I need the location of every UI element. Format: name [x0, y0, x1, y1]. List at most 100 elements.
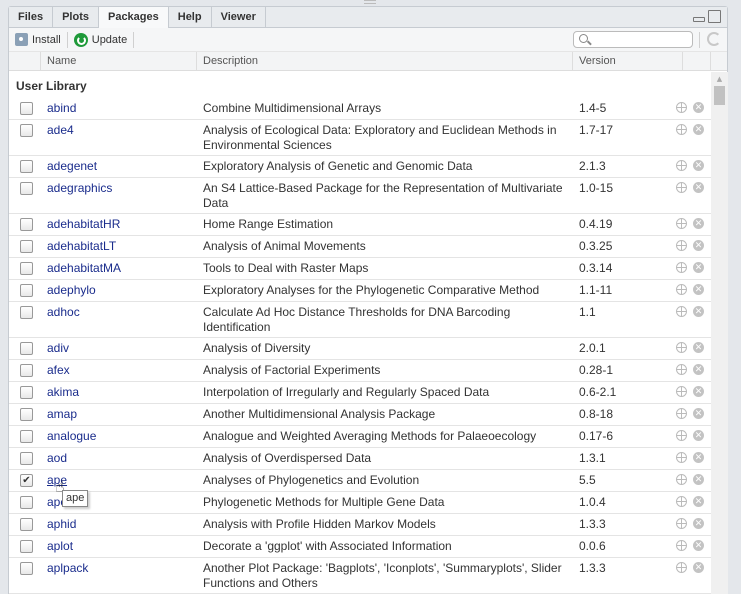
- update-button[interactable]: Update: [68, 32, 133, 47]
- remove-icon[interactable]: ✕: [693, 218, 704, 229]
- remove-icon[interactable]: ✕: [693, 160, 704, 171]
- load-checkbox[interactable]: [20, 182, 33, 195]
- remove-icon[interactable]: ✕: [693, 284, 704, 295]
- tab-help[interactable]: Help: [169, 7, 212, 27]
- globe-icon[interactable]: [676, 430, 687, 441]
- globe-icon[interactable]: [676, 364, 687, 375]
- globe-icon[interactable]: [676, 124, 687, 135]
- maximize-icon[interactable]: [708, 10, 721, 23]
- globe-icon[interactable]: [676, 496, 687, 507]
- remove-icon[interactable]: ✕: [693, 124, 704, 135]
- toolbar: Install Update: [9, 28, 727, 52]
- package-name-link[interactable]: analogue: [47, 426, 203, 447]
- package-name-link[interactable]: abind: [47, 98, 203, 119]
- package-name-link[interactable]: amap: [47, 404, 203, 425]
- package-name-link[interactable]: akima: [47, 382, 203, 403]
- globe-icon[interactable]: [676, 474, 687, 485]
- scrollbar-thumb[interactable]: [714, 86, 725, 105]
- remove-icon[interactable]: ✕: [693, 240, 704, 251]
- globe-icon[interactable]: [676, 240, 687, 251]
- globe-icon[interactable]: [676, 160, 687, 171]
- package-name-link[interactable]: ade4: [47, 120, 203, 155]
- globe-icon[interactable]: [676, 182, 687, 193]
- vertical-scrollbar[interactable]: ▲: [711, 72, 728, 594]
- package-name-link[interactable]: adephylo: [47, 280, 203, 301]
- load-checkbox[interactable]: [20, 342, 33, 355]
- load-checkbox[interactable]: [20, 284, 33, 297]
- tab-plots[interactable]: Plots: [53, 7, 99, 27]
- header-description[interactable]: Description: [197, 52, 573, 70]
- load-checkbox[interactable]: [20, 102, 33, 115]
- package-name-link[interactable]: adehabitatMA: [47, 258, 203, 279]
- load-checkbox[interactable]: [20, 562, 33, 575]
- globe-icon[interactable]: [676, 452, 687, 463]
- package-name-link[interactable]: adegraphics: [47, 178, 203, 213]
- load-checkbox[interactable]: [20, 306, 33, 319]
- globe-icon[interactable]: [676, 342, 687, 353]
- package-name-link[interactable]: aplot: [47, 536, 203, 557]
- globe-icon[interactable]: [676, 284, 687, 295]
- globe-icon[interactable]: [676, 386, 687, 397]
- load-checkbox[interactable]: ✔: [20, 474, 33, 487]
- load-checkbox[interactable]: [20, 452, 33, 465]
- remove-icon[interactable]: ✕: [693, 262, 704, 273]
- globe-icon[interactable]: [676, 518, 687, 529]
- minimize-icon[interactable]: [693, 17, 705, 22]
- package-name-link[interactable]: ape: [47, 470, 203, 491]
- load-checkbox[interactable]: [20, 124, 33, 137]
- remove-icon[interactable]: ✕: [693, 364, 704, 375]
- remove-icon[interactable]: ✕: [693, 540, 704, 551]
- package-name-link[interactable]: adiv: [47, 338, 203, 359]
- remove-icon[interactable]: ✕: [693, 102, 704, 113]
- remove-icon[interactable]: ✕: [693, 386, 704, 397]
- load-checkbox[interactable]: [20, 540, 33, 553]
- remove-icon[interactable]: ✕: [693, 474, 704, 485]
- package-name-link[interactable]: adehabitatLT: [47, 236, 203, 257]
- load-checkbox[interactable]: [20, 364, 33, 377]
- pane-resize-grip[interactable]: [364, 0, 376, 4]
- package-name-link[interactable]: aplpack: [47, 558, 203, 593]
- remove-icon[interactable]: ✕: [693, 342, 704, 353]
- remove-icon[interactable]: ✕: [693, 408, 704, 419]
- remove-icon[interactable]: ✕: [693, 518, 704, 529]
- remove-icon[interactable]: ✕: [693, 452, 704, 463]
- tab-packages[interactable]: Packages: [98, 7, 169, 29]
- remove-icon[interactable]: ✕: [693, 430, 704, 441]
- globe-icon[interactable]: [676, 102, 687, 113]
- search-input[interactable]: [573, 31, 693, 48]
- load-checkbox[interactable]: [20, 430, 33, 443]
- globe-icon[interactable]: [676, 540, 687, 551]
- install-button[interactable]: Install: [9, 33, 67, 46]
- refresh-icon[interactable]: [707, 32, 721, 46]
- tab-viewer[interactable]: Viewer: [212, 7, 266, 27]
- globe-icon[interactable]: [676, 562, 687, 573]
- load-checkbox[interactable]: [20, 496, 33, 509]
- load-checkbox[interactable]: [20, 240, 33, 253]
- package-name-link[interactable]: aphid: [47, 514, 203, 535]
- package-name-link[interactable]: adegenet: [47, 156, 203, 177]
- remove-icon[interactable]: ✕: [693, 562, 704, 573]
- package-name-link[interactable]: adehabitatHR: [47, 214, 203, 235]
- load-checkbox[interactable]: [20, 386, 33, 399]
- load-checkbox[interactable]: [20, 518, 33, 531]
- remove-icon[interactable]: ✕: [693, 496, 704, 507]
- header-name[interactable]: Name: [41, 52, 197, 70]
- globe-icon[interactable]: [676, 218, 687, 229]
- tab-files[interactable]: Files: [9, 7, 54, 27]
- load-checkbox[interactable]: [20, 160, 33, 173]
- package-name-link[interactable]: afex: [47, 360, 203, 381]
- load-checkbox[interactable]: [20, 262, 33, 275]
- globe-icon[interactable]: [676, 262, 687, 273]
- package-version: 2.1.3: [579, 159, 606, 173]
- load-cell: [9, 514, 47, 535]
- package-name-link[interactable]: adhoc: [47, 302, 203, 337]
- globe-icon[interactable]: [676, 408, 687, 419]
- globe-icon[interactable]: [676, 306, 687, 317]
- load-checkbox[interactable]: [20, 218, 33, 231]
- header-version[interactable]: Version: [573, 52, 683, 70]
- remove-icon[interactable]: ✕: [693, 306, 704, 317]
- scroll-up-icon[interactable]: ▲: [711, 72, 728, 86]
- package-name-link[interactable]: aod: [47, 448, 203, 469]
- remove-icon[interactable]: ✕: [693, 182, 704, 193]
- load-checkbox[interactable]: [20, 408, 33, 421]
